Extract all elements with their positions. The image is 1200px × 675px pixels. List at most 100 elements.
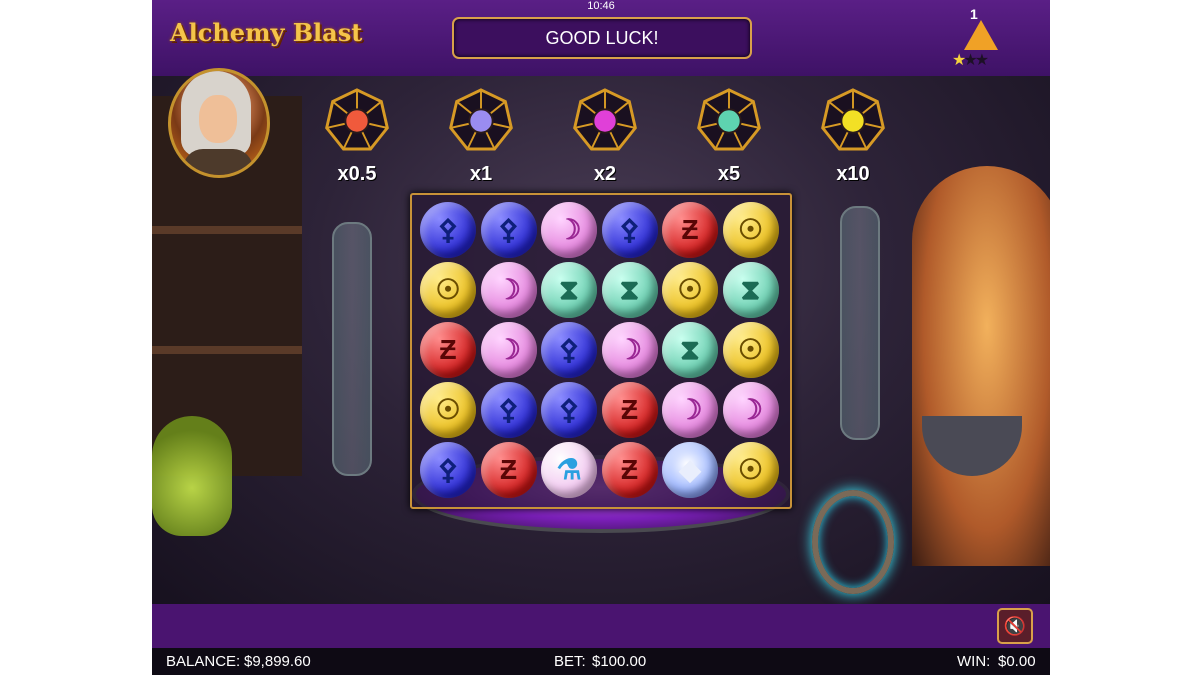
pink-gem: ☽ — [480, 262, 537, 318]
clock: 10:46 — [587, 0, 615, 12]
red-gem: Ƶ — [601, 382, 658, 438]
blue-symbol-icon: ⚴ — [619, 214, 640, 245]
star-empty-icon: ★ — [963, 52, 977, 69]
red-gem: Ƶ — [601, 442, 658, 498]
red-gem: Ƶ — [480, 442, 537, 498]
left-margin — [0, 0, 152, 675]
level-stars: ★★★ — [952, 50, 989, 70]
multiplier-1: x1 — [441, 86, 521, 186]
red-symbol-icon: Ƶ — [681, 214, 699, 245]
green-potion-flask — [152, 416, 232, 536]
yellow-symbol-icon: ☉ — [435, 274, 461, 305]
multiplier-3: x5 — [689, 86, 769, 186]
pink-symbol-icon: ☽ — [495, 334, 522, 365]
avatar-face — [199, 95, 237, 143]
crystal-gem: ◆ — [662, 442, 718, 498]
speaker-mute-icon: 🔇 — [1003, 616, 1027, 636]
yellow-symbol-icon: ☉ — [737, 454, 764, 485]
pink-gem: ☽ — [480, 322, 537, 378]
red-symbol-icon: Ƶ — [499, 454, 518, 485]
balance-label: BALANCE: — [166, 653, 241, 670]
shelf-board — [152, 346, 302, 354]
alchemist-avatar — [168, 68, 270, 178]
yellow-symbol-icon: ☉ — [737, 334, 764, 365]
pink-gem: ☽ — [601, 322, 658, 378]
blue-symbol-icon: ⚴ — [498, 394, 519, 425]
pink-symbol-icon: ☽ — [677, 394, 703, 425]
bottom-bar — [152, 604, 1050, 648]
pink-symbol-icon: ☽ — [737, 394, 764, 425]
pink-symbol-icon: ☽ — [495, 274, 522, 305]
mute-button[interactable]: 🔇 — [997, 608, 1033, 644]
balance-value: $9,899.60 — [244, 653, 311, 670]
heptagon-cage-icon — [821, 88, 885, 151]
multiplier-0: x0.5 — [317, 86, 397, 186]
star-filled-icon: ★ — [952, 52, 966, 69]
yellow-symbol-icon: ☉ — [435, 394, 461, 425]
green-gem: ⧗ — [541, 262, 597, 318]
heptagon-cage-icon — [325, 88, 389, 151]
star-empty-icon: ★ — [974, 52, 989, 69]
win-value: $0.00 — [998, 653, 1036, 670]
yellow-gem: ☉ — [722, 442, 779, 498]
multiplier-4: x10 — [813, 86, 893, 186]
bet-label: BET: — [554, 653, 586, 670]
green-symbol-icon: ⧗ — [680, 334, 700, 365]
green-symbol-icon: ⧗ — [740, 274, 761, 305]
heptagon-cage-icon — [573, 88, 637, 151]
multiplier-label: x0.5 — [337, 163, 377, 185]
multiplier-label: x5 — [717, 163, 741, 185]
blue-symbol-icon: ⚴ — [558, 394, 580, 425]
green-gem: ⧗ — [662, 322, 718, 378]
red-symbol-icon: Ƶ — [620, 454, 639, 485]
blue-gem: ⚴ — [480, 382, 537, 438]
blue-symbol-icon: ⚴ — [437, 454, 459, 485]
green-symbol-icon: ⧗ — [559, 274, 579, 305]
crystal-symbol-icon: ◆ — [679, 454, 701, 485]
avatar-coat — [183, 149, 253, 175]
pink-gem: ☽ — [662, 382, 718, 438]
pink-gem: ☽ — [722, 382, 779, 438]
yellow-gem: ☉ — [722, 202, 779, 258]
heptagon-cage-icon — [697, 88, 761, 151]
game-stage: 10:46 Alchemy Blast GOOD LUCK! 1 ★★★ x0.… — [152, 0, 1050, 675]
red-gem: Ƶ — [420, 322, 476, 378]
status-bar: BALANCE: $9,899.60 BET: $100.00 WIN: $0.… — [152, 648, 1050, 675]
win-label: WIN: — [957, 653, 991, 670]
red-symbol-icon: Ƶ — [620, 394, 639, 425]
gem-grid: ⚴ ⚴ ☽ ⚴ Ƶ ☉ ☉ ☽ ⧗ ⧗ ☉ ⧗ Ƶ ☽ ⚴ ☽ ⧗ ☉ ☉ ⚴ ⚴ Ƶ ☽ ☽ ⚴ Ƶ ⚗ Ƶ ◆ ☉ — [410, 193, 792, 509]
right-margin — [1050, 0, 1200, 675]
green-gem: ⧗ — [722, 262, 779, 318]
glass-tube-right — [840, 206, 880, 440]
yellow-symbol-icon: ☉ — [737, 214, 764, 245]
blue-gem: ⚴ — [601, 202, 658, 258]
game-logo: Alchemy Blast — [170, 18, 363, 47]
yellow-gem: ☉ — [722, 322, 779, 378]
pink-symbol-icon: ☽ — [556, 214, 582, 245]
green-gem: ⧗ — [601, 262, 658, 318]
shelf-board — [152, 226, 302, 234]
potion-symbol-icon: ⚗ — [556, 454, 582, 485]
message-banner: GOOD LUCK! — [452, 17, 752, 59]
blue-gem: ⚴ — [420, 202, 476, 258]
green-symbol-icon: ⧗ — [619, 274, 640, 305]
blue-gem: ⚴ — [541, 382, 597, 438]
blue-symbol-icon: ⚴ — [558, 334, 580, 365]
multiplier-label: x10 — [836, 163, 870, 185]
blue-symbol-icon: ⚴ — [498, 214, 519, 245]
red-gem: Ƶ — [662, 202, 718, 258]
glowing-portal-ring — [812, 490, 894, 594]
multiplier-label: x1 — [469, 163, 493, 185]
yellow-gem: ☉ — [662, 262, 718, 318]
level-triangle-icon — [964, 20, 998, 50]
potion-gem: ⚗ — [541, 442, 597, 498]
arched-window — [912, 166, 1050, 566]
red-symbol-icon: Ƶ — [439, 334, 457, 365]
multiplier-label: x2 — [593, 163, 617, 185]
yellow-symbol-icon: ☉ — [677, 274, 703, 305]
blue-symbol-icon: ⚴ — [437, 214, 459, 245]
glass-tube-left — [332, 222, 372, 476]
yellow-gem: ☉ — [420, 382, 476, 438]
blue-gem: ⚴ — [420, 442, 476, 498]
heptagon-cage-icon — [449, 88, 513, 151]
